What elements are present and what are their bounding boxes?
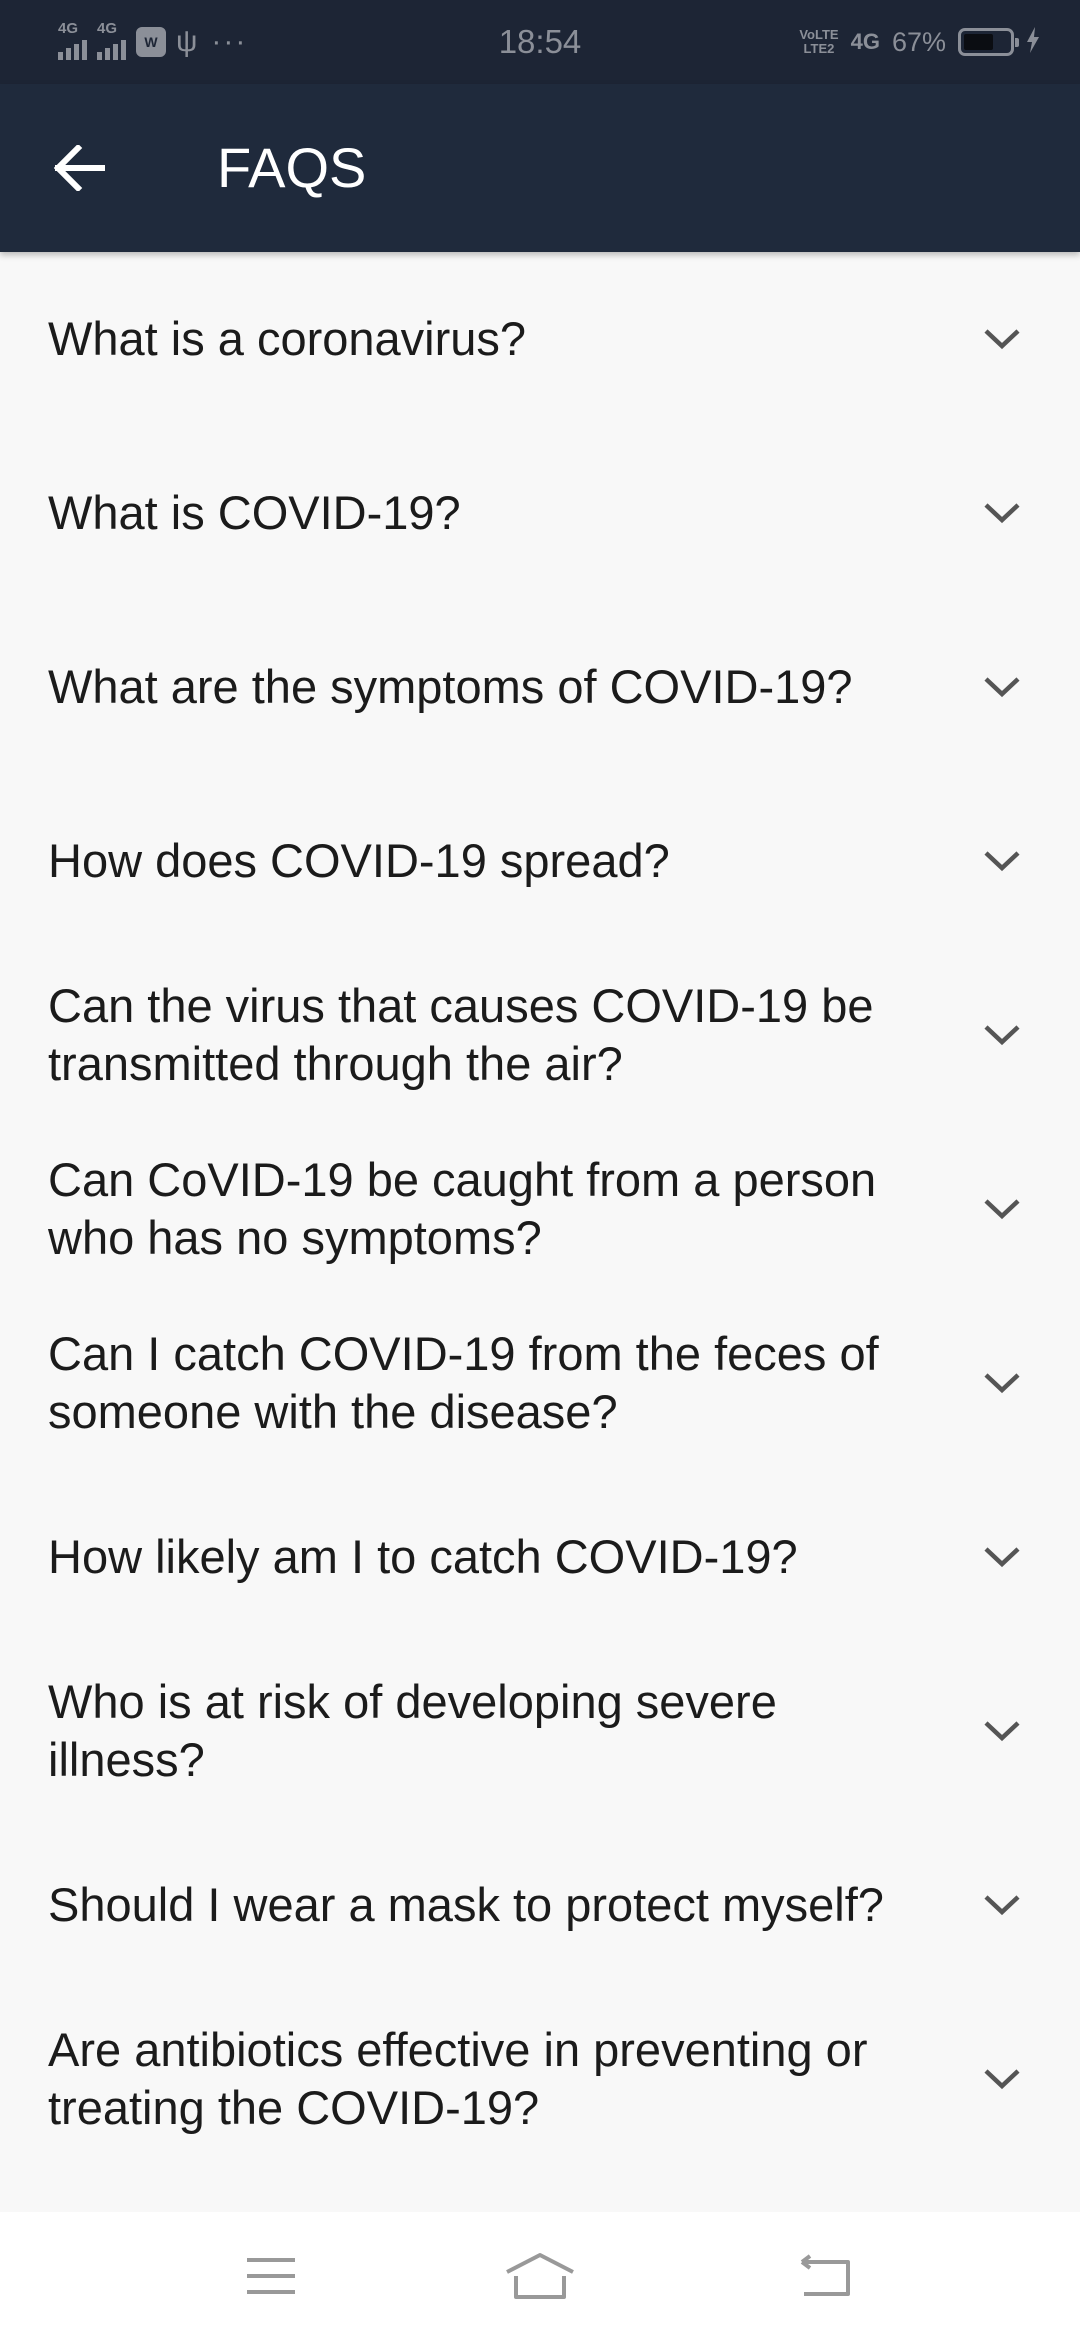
nav-home-button[interactable]: [496, 2232, 584, 2320]
faq-item[interactable]: Who is at risk of developing severe illn…: [0, 1644, 1080, 1818]
faq-item[interactable]: How likely am I to catch COVID-19?: [0, 1470, 1080, 1644]
faq-item[interactable]: Can I catch COVID-19 from the feces of s…: [0, 1296, 1080, 1470]
chevron-down-icon[interactable]: [982, 1545, 1022, 1569]
battery-percent: 67%: [891, 26, 946, 57]
chevron-down-icon[interactable]: [982, 1023, 1022, 1047]
chevron-down-icon[interactable]: [982, 1719, 1022, 1743]
chevron-down-icon[interactable]: [982, 1893, 1022, 1917]
faq-question: Can the virus that causes COVID-19 be tr…: [48, 979, 874, 1090]
chevron-down-icon[interactable]: [982, 501, 1022, 525]
faq-question: Should I wear a mask to protect myself?: [48, 1878, 884, 1931]
chevron-down-icon[interactable]: [982, 327, 1022, 351]
menu-icon: [247, 2258, 295, 2294]
faq-question: Can CoVID-19 be caught from a person who…: [48, 1153, 877, 1264]
faq-question: How likely am I to catch COVID-19?: [48, 1530, 798, 1583]
faq-question: Are antibiotics effective in preventing …: [48, 2023, 868, 2134]
volte-line2: LTE2: [803, 41, 835, 56]
nav-back-button[interactable]: [780, 2232, 868, 2320]
volte-line1: VoLTE: [799, 27, 839, 42]
faq-item[interactable]: Can the virus that causes COVID-19 be tr…: [0, 948, 1080, 1122]
faq-item[interactable]: Should I wear a mask to protect myself?: [0, 1818, 1080, 1992]
faq-question: Can I catch COVID-19 from the feces of s…: [48, 1327, 879, 1438]
battery-icon: [958, 28, 1019, 56]
status-bar: 4G 4G W ψ ··· 18:54 VoLTE LTE2 4G 67%: [0, 0, 1080, 84]
faq-item[interactable]: How does COVID-19 spread?: [0, 774, 1080, 948]
faq-question: What is a coronavirus?: [48, 312, 527, 365]
app-bar: FAQS: [0, 84, 1080, 252]
faq-question: Who is at risk of developing severe illn…: [48, 1675, 777, 1786]
arrow-back-icon: [54, 145, 105, 191]
page-title: FAQS: [217, 136, 367, 199]
faq-item[interactable]: What is COVID-19?: [0, 426, 1080, 600]
back-icon: [800, 2254, 850, 2296]
faq-question: What is COVID-19?: [48, 486, 461, 539]
chevron-down-icon[interactable]: [982, 675, 1022, 699]
home-icon: [506, 2253, 574, 2299]
faq-item[interactable]: What are the symptoms of COVID-19?: [0, 600, 1080, 774]
chevron-down-icon[interactable]: [982, 1197, 1022, 1221]
chevron-down-icon[interactable]: [982, 2067, 1022, 2091]
back-button[interactable]: [40, 128, 120, 208]
chevron-down-icon[interactable]: [982, 849, 1022, 873]
faq-item[interactable]: Can CoVID-19 be caught from a person who…: [0, 1122, 1080, 1296]
status-right-icons: VoLTE LTE2 4G 67%: [799, 22, 1040, 62]
faq-item[interactable]: Are antibiotics effective in preventing …: [0, 1992, 1080, 2166]
chevron-down-icon[interactable]: [982, 1371, 1022, 1395]
battery-fill: [964, 34, 994, 50]
faq-question: How does COVID-19 spread?: [48, 834, 670, 887]
navigation-bar: [0, 2212, 1080, 2340]
volte-indicator: VoLTE LTE2: [799, 28, 838, 56]
faq-question: What are the symptoms of COVID-19?: [48, 660, 853, 713]
network-type: 4G: [850, 29, 880, 54]
charging-icon: [1026, 27, 1040, 57]
nav-menu-button[interactable]: [227, 2232, 315, 2320]
faq-list: What is a coronavirus? What is COVID-19? W…: [0, 252, 1080, 2166]
faq-item[interactable]: What is a coronavirus?: [0, 252, 1080, 426]
